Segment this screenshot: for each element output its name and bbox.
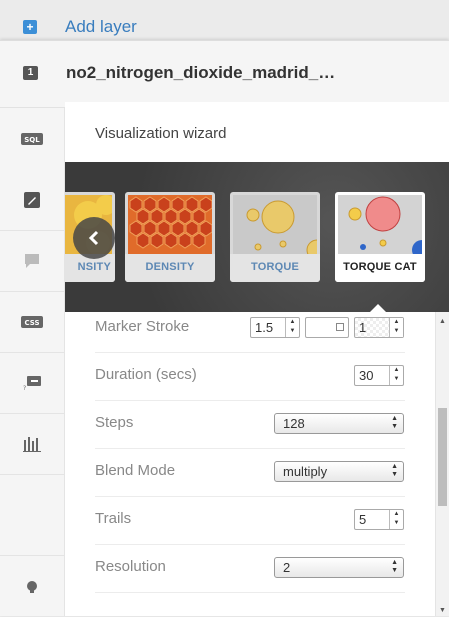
top-bar: + Add layer [0, 0, 449, 40]
stepper-arrows[interactable]: ▲ ▼ [285, 318, 299, 337]
property-label: Blend Mode [95, 462, 176, 479]
wizard-icon [24, 191, 40, 208]
layer-name[interactable]: no2_nitrogen_dioxide_madrid_… [66, 63, 335, 83]
stepper-value: 30 [359, 368, 374, 383]
css-icon: CSS [21, 315, 43, 328]
marker-stroke-width-stepper[interactable]: 1.5 ▲ ▼ [250, 317, 300, 338]
svg-text:?: ? [23, 385, 26, 390]
property-resolution: Resolution 2 ▲ ▼ [95, 545, 405, 593]
card-label: TORQUE CAT [335, 254, 425, 282]
property-label: Steps [95, 414, 134, 431]
wizard-title: Visualization wizard [95, 125, 227, 142]
select-arrows-icon: ▲ ▼ [391, 415, 398, 430]
layer-panel: 1 no2_nitrogen_dioxide_madrid_… SQL CSS … [0, 40, 449, 616]
property-trails: Trails 5 ▲ ▼ [95, 497, 405, 545]
torque-thumbnail [233, 195, 317, 254]
viz-card-torque[interactable]: TORQUE [230, 192, 320, 282]
color-dropdown-icon [336, 323, 344, 331]
property-label: Duration (secs) [95, 366, 197, 383]
scrollbar-thumb[interactable] [438, 408, 447, 506]
torque-cat-thumbnail [338, 195, 422, 254]
hexbin-thumbnail [128, 195, 212, 254]
legend-icon: ? [23, 375, 41, 390]
tool-infowindow[interactable] [0, 230, 64, 292]
infowindow-icon [25, 253, 39, 268]
marker-stroke-color-picker[interactable] [305, 317, 349, 338]
svg-text:CSS: CSS [24, 319, 39, 327]
property-label: Marker Stroke [95, 318, 190, 335]
layer-number-badge: 1 [23, 66, 38, 80]
stepper-arrows[interactable]: ▲ ▼ [389, 318, 403, 337]
wizard-panel: Visualization wizard NSITY DENSITY TORQU… [65, 102, 449, 616]
layer-header[interactable]: 1 no2_nitrogen_dioxide_madrid_… [0, 41, 449, 108]
tool-filters[interactable] [0, 413, 64, 475]
property-label: Trails [95, 510, 132, 527]
select-value: multiply [283, 464, 328, 479]
add-layer-icon[interactable]: + [23, 20, 37, 34]
select-arrows-icon: ▲ ▼ [391, 559, 398, 574]
property-scrollbar[interactable]: ▲ ▼ [435, 312, 449, 616]
stepper-value: 5 [359, 512, 367, 527]
blend-mode-select[interactable]: multiply ▲ ▼ [274, 461, 404, 482]
property-duration: Duration (secs) 30 ▲ ▼ [95, 353, 405, 401]
viz-card-torque-cat[interactable]: TORQUE CAT [335, 192, 425, 282]
steps-select[interactable]: 128 ▲ ▼ [274, 413, 404, 434]
tool-legend[interactable]: ? [0, 352, 64, 414]
card-label: DENSITY [125, 254, 215, 282]
resolution-select[interactable]: 2 ▲ ▼ [274, 557, 404, 578]
layer-toolbar: SQL CSS ? [0, 108, 65, 616]
carousel-prev-button[interactable] [73, 217, 115, 259]
trails-stepper[interactable]: 5 ▲ ▼ [354, 509, 404, 530]
select-arrows-icon: ▲ ▼ [391, 463, 398, 478]
svg-text:SQL: SQL [24, 136, 40, 144]
stepper-arrows[interactable]: ▲ ▼ [389, 366, 403, 385]
select-value: 128 [283, 416, 305, 431]
tool-sql[interactable]: SQL [0, 108, 64, 170]
marker-stroke-opacity-stepper[interactable]: 1 ▲ ▼ [354, 317, 404, 338]
select-value: 2 [283, 560, 291, 575]
property-steps: Steps 128 ▲ ▼ [95, 401, 405, 449]
stepper-value: 1.5 [255, 320, 274, 335]
edit-icon [27, 580, 37, 593]
filters-icon [23, 436, 41, 452]
add-layer-link[interactable]: Add layer [65, 17, 137, 37]
tool-css[interactable]: CSS [0, 291, 64, 353]
scroll-up-icon[interactable]: ▲ [439, 318, 446, 325]
property-blend-mode: Blend Mode multiply ▲ ▼ [95, 449, 405, 497]
sql-icon: SQL [21, 132, 43, 145]
stepper-arrows[interactable]: ▲ ▼ [389, 510, 403, 529]
card-label: TORQUE [230, 254, 320, 282]
visualization-carousel: NSITY DENSITY TORQUE TORQUE CAT [65, 162, 449, 312]
property-marker-stroke: Marker Stroke 1.5 ▲ ▼ 1 ▲ ▼ [95, 312, 405, 353]
stepper-value: 1 [359, 320, 367, 335]
tool-edit[interactable] [0, 555, 64, 617]
scroll-down-icon[interactable]: ▼ [439, 607, 446, 614]
property-list: Marker Stroke 1.5 ▲ ▼ 1 ▲ ▼ Duration (secs… [65, 312, 435, 616]
duration-stepper[interactable]: 30 ▲ ▼ [354, 365, 404, 386]
chevron-left-icon [88, 230, 99, 246]
tool-wizard[interactable] [0, 169, 64, 231]
viz-card-density[interactable]: DENSITY [125, 192, 215, 282]
property-label: Resolution [95, 558, 166, 575]
